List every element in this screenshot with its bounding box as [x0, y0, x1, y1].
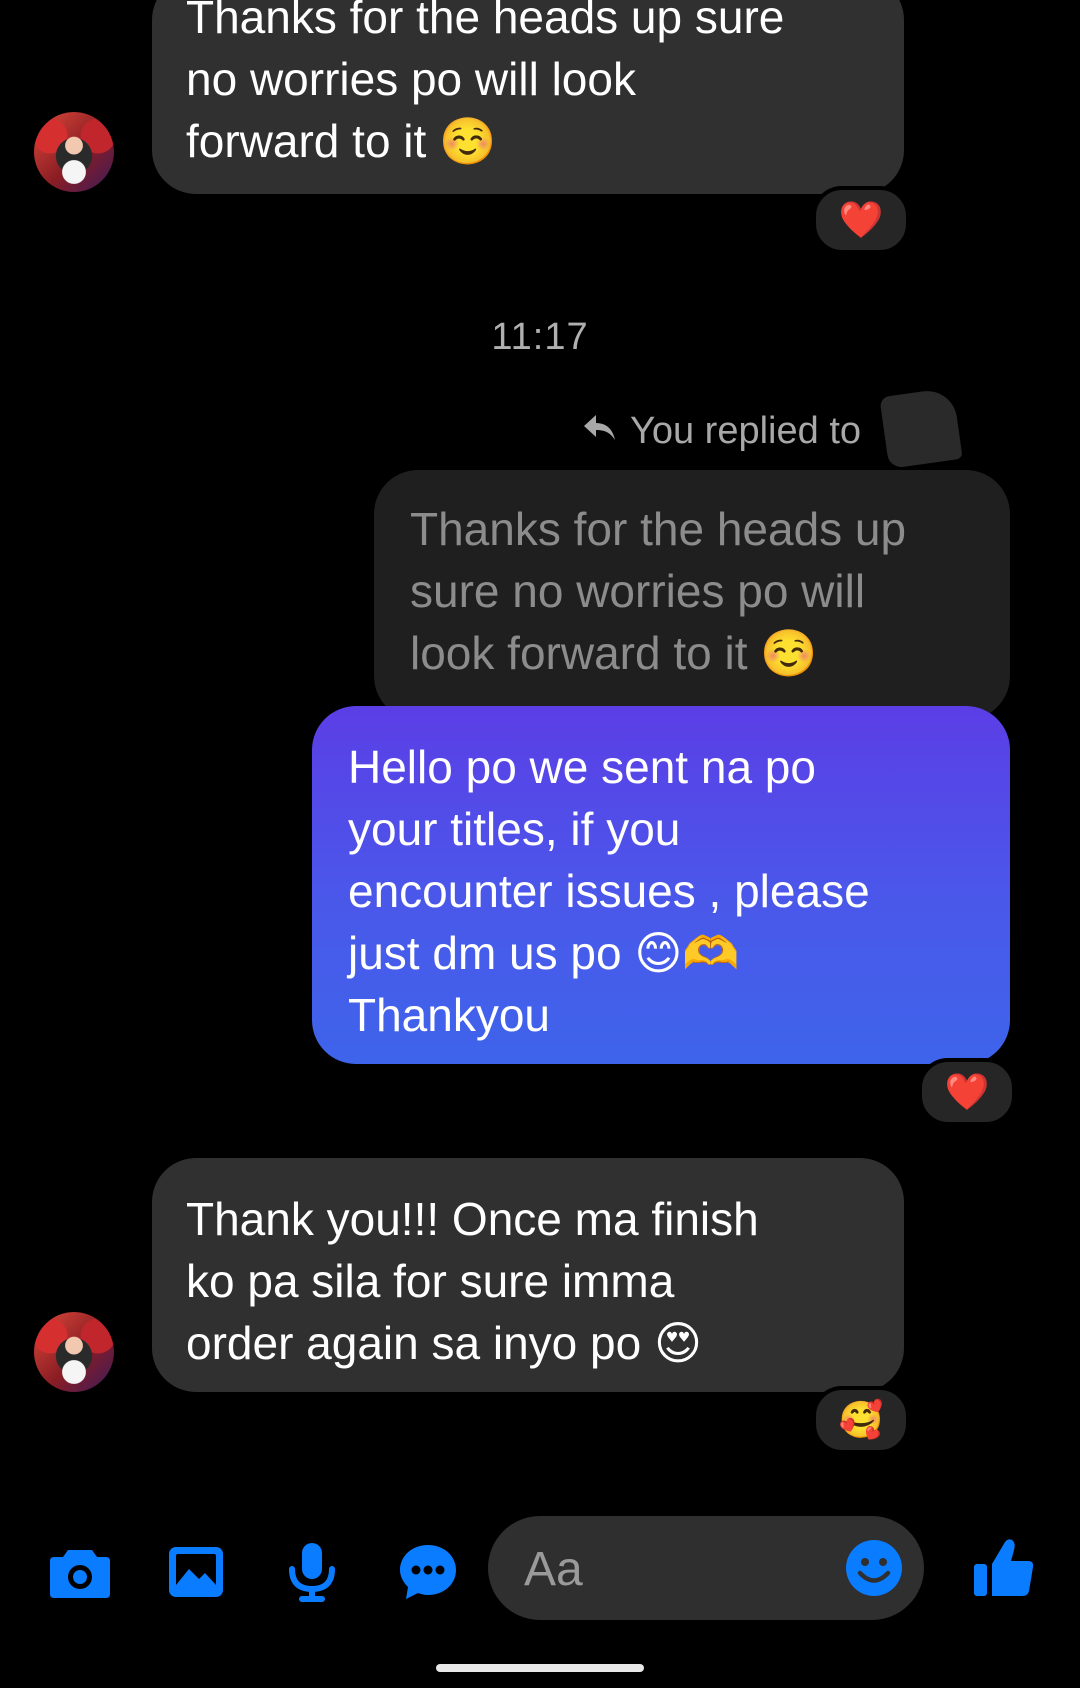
- heart-reaction[interactable]: ❤️: [918, 1058, 1016, 1126]
- smiling-hearts-reaction[interactable]: 🥰: [812, 1386, 910, 1454]
- message-composer[interactable]: [488, 1516, 924, 1620]
- timestamp: 11:17: [491, 316, 589, 358]
- redacted-name-mark: [879, 387, 963, 469]
- home-indicator[interactable]: [436, 1664, 644, 1672]
- contact-avatar[interactable]: [34, 112, 114, 192]
- emoji-icon[interactable]: [844, 1538, 904, 1598]
- reply-indicator: You replied to: [582, 410, 861, 453]
- heart-reaction[interactable]: ❤️: [812, 186, 910, 254]
- microphone-icon[interactable]: [276, 1536, 348, 1608]
- reply-label-text: You replied to: [630, 410, 862, 452]
- gallery-icon[interactable]: [160, 1536, 232, 1608]
- quoted-message-bubble[interactable]: Thanks for the heads up sure no worries …: [374, 470, 1010, 720]
- message-input[interactable]: [522, 1534, 826, 1604]
- thumbs-up-icon[interactable]: [968, 1532, 1040, 1604]
- camera-icon[interactable]: [44, 1536, 116, 1608]
- contact-avatar[interactable]: [34, 1312, 114, 1392]
- outgoing-message-bubble[interactable]: Hello po we sent na po your titles, if y…: [312, 706, 1010, 1064]
- chat-bubble-icon[interactable]: [392, 1536, 464, 1608]
- reply-arrow-icon: [582, 410, 618, 453]
- incoming-message-bubble[interactable]: Thank you!!! Once ma finish ko pa sila f…: [152, 1158, 904, 1392]
- incoming-message-bubble[interactable]: Thanks for the heads up sure no worries …: [152, 0, 904, 194]
